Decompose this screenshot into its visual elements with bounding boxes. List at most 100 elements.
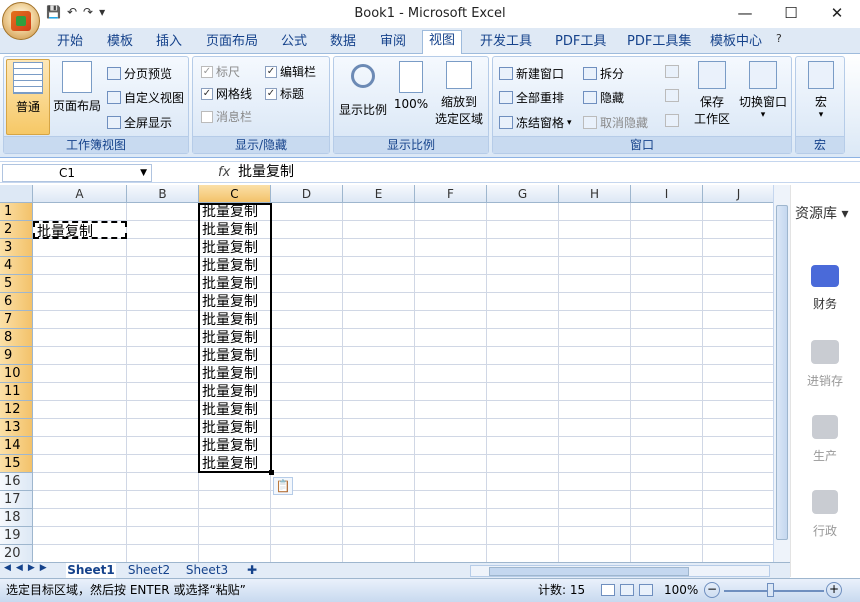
tab-view[interactable]: 视图 (422, 30, 463, 55)
column-header[interactable]: J (703, 185, 773, 203)
tab-pdf-tools[interactable]: PDF工具 (555, 32, 606, 54)
row-header[interactable]: 20 (0, 545, 33, 562)
row-header[interactable]: 18 (0, 509, 33, 527)
new-window-button[interactable]: 新建窗口 (499, 65, 564, 82)
row-header[interactable]: 13 (0, 419, 33, 437)
page-layout-status-icon[interactable] (620, 584, 634, 596)
tab-page-layout[interactable]: 页面布局 (206, 32, 258, 54)
tab-insert[interactable]: 插入 (156, 32, 182, 54)
split-button[interactable]: 拆分 (583, 65, 624, 82)
column-header[interactable]: C (199, 185, 271, 203)
column-header[interactable]: B (127, 185, 199, 203)
zoom-level[interactable]: 100% (664, 579, 698, 601)
tab-data[interactable]: 数据 (330, 32, 356, 54)
page-layout-view-button[interactable]: 页面布局 (52, 59, 102, 114)
help-icon[interactable]: ? (776, 32, 782, 45)
maximize-button[interactable]: ☐ (768, 0, 814, 26)
resource-panel-title[interactable]: 资源库 ▾ (795, 203, 848, 223)
normal-view-status-icon[interactable] (601, 584, 615, 596)
column-header[interactable]: F (415, 185, 487, 203)
insert-sheet-icon[interactable]: ✚ (242, 563, 262, 578)
save-workspace-button[interactable]: 保存 工作区 (691, 59, 733, 127)
row-header[interactable]: 8 (0, 329, 33, 347)
minimize-button[interactable]: — (722, 0, 768, 26)
zoom-button[interactable]: 显示比例 (337, 59, 389, 118)
fill-handle[interactable] (269, 470, 274, 475)
formula-bar-checkbox[interactable]: ✓ 编辑栏 (265, 63, 316, 80)
zoom-in-icon[interactable]: + (826, 582, 842, 598)
column-header[interactable]: A (33, 185, 127, 203)
select-all-corner[interactable] (0, 185, 33, 203)
row-header[interactable]: 5 (0, 275, 33, 293)
vertical-scroll-thumb[interactable] (776, 205, 788, 540)
tab-template-center[interactable]: 模板中心 (710, 32, 762, 54)
sheet-nav-arrows-icon[interactable]: ◀◀▶▶ (4, 563, 52, 573)
column-header[interactable]: E (343, 185, 415, 203)
column-header[interactable]: H (559, 185, 631, 203)
side-item-finance[interactable]: 财务 (805, 265, 845, 312)
row-header[interactable]: 14 (0, 437, 33, 455)
name-box[interactable]: C1 ▼ (2, 164, 152, 182)
hide-button[interactable]: 隐藏 (583, 89, 624, 106)
zoom-to-selection-button[interactable]: 缩放到 选定区域 (432, 59, 486, 127)
row-header[interactable]: 11 (0, 383, 33, 401)
tab-templates[interactable]: 模板 (107, 32, 133, 54)
row-header[interactable]: 17 (0, 491, 33, 509)
headings-checkbox[interactable]: ✓ 标题 (265, 85, 304, 102)
insert-function-icon[interactable]: fx (160, 164, 232, 182)
row-header[interactable]: 19 (0, 527, 33, 545)
row-header[interactable]: 6 (0, 293, 33, 311)
worksheet-grid[interactable]: A B C D E F G H I J 1 2 3 4 5 6 7 8 9 10 11 12 13 14 15 16 17 18 19 2… (0, 185, 773, 562)
row-header[interactable]: 2 (0, 221, 33, 239)
row-header[interactable]: 9 (0, 347, 33, 365)
office-button[interactable] (2, 2, 40, 40)
view-side-by-side-icon[interactable] (665, 65, 679, 78)
switch-windows-button[interactable]: 切换窗口 ▾ (735, 59, 791, 120)
vertical-scrollbar[interactable] (773, 185, 790, 562)
zoom-out-icon[interactable]: − (704, 582, 720, 598)
tab-formulas[interactable]: 公式 (281, 32, 307, 54)
selection-range[interactable] (198, 203, 272, 473)
gridlines-checkbox[interactable]: ✓ 网格线 (201, 85, 252, 102)
macros-button[interactable]: 宏 ▾ (802, 59, 840, 120)
cell-A2[interactable]: 批量复制 (33, 221, 127, 239)
sheet-tab-3[interactable]: Sheet3 (182, 563, 232, 578)
sheet-tab-2[interactable]: Sheet2 (124, 563, 174, 578)
zoom-slider-thumb[interactable] (767, 583, 774, 597)
tab-home[interactable]: 开始 (57, 32, 83, 54)
zoom-100-button[interactable]: 100% (392, 59, 430, 111)
arrange-all-button[interactable]: 全部重排 (499, 89, 564, 106)
sheet-tab-1[interactable]: Sheet1 (66, 563, 116, 578)
horizontal-scroll-thumb[interactable] (489, 567, 689, 576)
row-header[interactable]: 10 (0, 365, 33, 383)
tab-pdf-toolset[interactable]: PDF工具集 (627, 32, 691, 54)
zoom-slider[interactable] (724, 590, 824, 592)
tab-developer[interactable]: 开发工具 (480, 32, 532, 54)
column-header[interactable]: D (271, 185, 343, 203)
row-header[interactable]: 7 (0, 311, 33, 329)
side-item-production[interactable]: 生产 (805, 415, 845, 464)
page-break-preview-button[interactable]: 分页预览 (107, 65, 172, 82)
close-button[interactable]: ✕ (814, 0, 860, 26)
row-header[interactable]: 12 (0, 401, 33, 419)
tab-review[interactable]: 审阅 (380, 32, 406, 54)
reset-position-icon[interactable] (665, 114, 679, 127)
custom-views-button[interactable]: 自定义视图 (107, 89, 184, 106)
horizontal-scrollbar[interactable] (470, 565, 770, 577)
side-item-admin[interactable]: 行政 (805, 490, 845, 539)
formula-input[interactable]: 批量复制 (238, 164, 294, 182)
row-header[interactable]: 3 (0, 239, 33, 257)
paste-options-icon[interactable]: 📋 (273, 477, 293, 495)
column-header[interactable]: G (487, 185, 559, 203)
sync-scroll-icon[interactable] (665, 89, 679, 102)
row-header[interactable]: 16 (0, 473, 33, 491)
full-screen-button[interactable]: 全屏显示 (107, 114, 172, 131)
freeze-panes-button[interactable]: 冻结窗格 ▾ (499, 114, 572, 131)
row-header[interactable]: 15 (0, 455, 33, 473)
column-header[interactable]: I (631, 185, 703, 203)
row-header[interactable]: 4 (0, 257, 33, 275)
normal-view-button[interactable]: 普通 (6, 59, 50, 135)
side-item-inventory[interactable]: 进销存 (801, 340, 849, 389)
row-header[interactable]: 1 (0, 203, 33, 221)
page-break-status-icon[interactable] (639, 584, 653, 596)
